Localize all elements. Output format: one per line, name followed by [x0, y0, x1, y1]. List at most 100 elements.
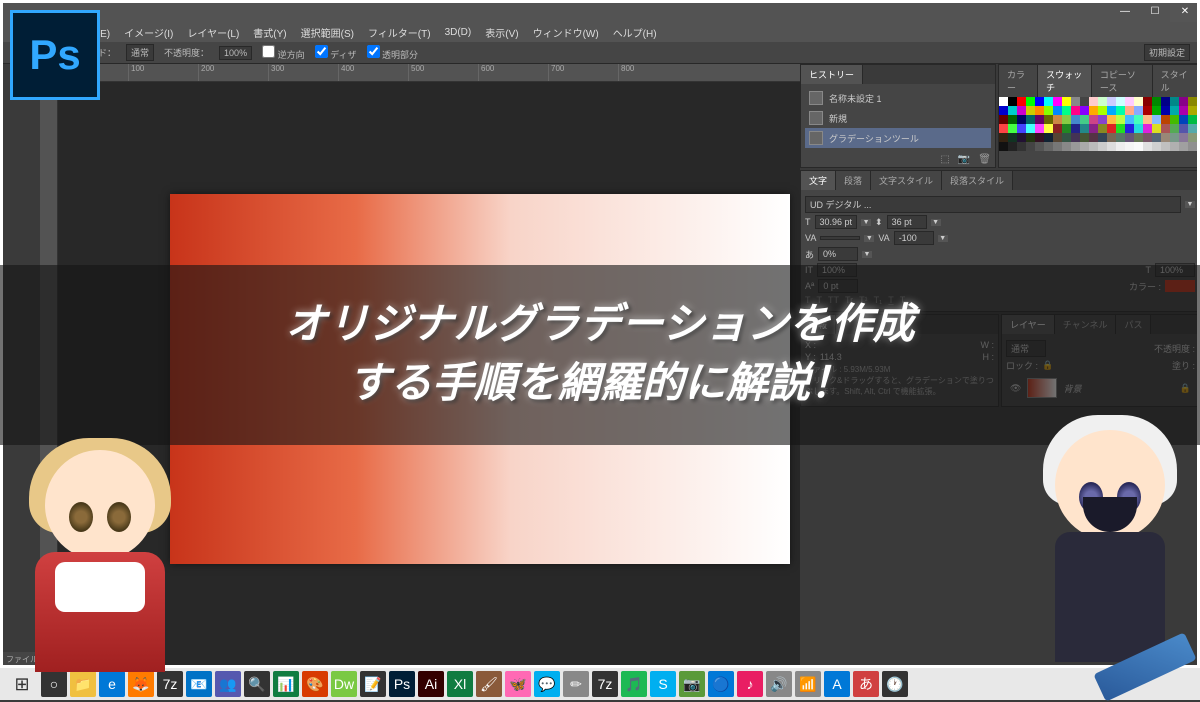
swatch[interactable] [1035, 106, 1044, 115]
swatch[interactable] [1152, 133, 1161, 142]
swatch[interactable] [1089, 142, 1098, 151]
swatch[interactable] [1053, 124, 1062, 133]
swatch[interactable] [1035, 115, 1044, 124]
swatch[interactable] [1143, 133, 1152, 142]
taskbar-icon[interactable]: 👥 [215, 671, 241, 697]
swatch[interactable] [1062, 142, 1071, 151]
swatch[interactable] [1008, 115, 1017, 124]
menu-item[interactable]: 選択範囲(S) [301, 25, 354, 40]
swatch[interactable] [999, 133, 1008, 142]
swatch-tab[interactable]: カラー [999, 65, 1038, 97]
menu-item[interactable]: 表示(V) [485, 25, 518, 40]
menu-item[interactable]: イメージ(I) [124, 25, 173, 40]
swatch[interactable] [1098, 124, 1107, 133]
history-tab[interactable]: ヒストリー [801, 65, 863, 84]
tracking-input[interactable]: -100 [894, 231, 934, 245]
swatch[interactable] [1107, 97, 1116, 106]
swatch[interactable] [1080, 97, 1089, 106]
swatch[interactable] [1188, 115, 1197, 124]
swatch[interactable] [1107, 142, 1116, 151]
swatch[interactable] [1125, 97, 1134, 106]
swatch[interactable] [1071, 97, 1080, 106]
swatch-tab[interactable]: スタイル [1153, 65, 1199, 97]
swatch[interactable] [999, 142, 1008, 151]
history-camera-icon[interactable]: 📷 [958, 154, 970, 165]
swatch[interactable] [1116, 142, 1125, 151]
swatch[interactable] [1044, 97, 1053, 106]
swatch[interactable] [1026, 97, 1035, 106]
swatch[interactable] [1152, 124, 1161, 133]
swatch[interactable] [1071, 133, 1080, 142]
swatch[interactable] [1188, 133, 1197, 142]
swatch[interactable] [1026, 106, 1035, 115]
swatch[interactable] [1161, 106, 1170, 115]
taskbar-icon[interactable]: ♪ [737, 671, 763, 697]
swatch[interactable] [1089, 133, 1098, 142]
swatch[interactable] [1179, 133, 1188, 142]
taskbar-icon[interactable]: S [650, 671, 676, 697]
swatch[interactable] [1062, 97, 1071, 106]
taskbar-icon[interactable]: 🔍 [244, 671, 270, 697]
swatch[interactable] [1017, 133, 1026, 142]
menu-item[interactable]: ヘルプ(H) [613, 25, 657, 40]
swatch[interactable] [999, 106, 1008, 115]
swatch[interactable] [1080, 142, 1089, 151]
swatch[interactable] [1053, 142, 1062, 151]
swatch[interactable] [1017, 142, 1026, 151]
swatch[interactable] [1179, 124, 1188, 133]
swatch[interactable] [1161, 124, 1170, 133]
swatch[interactable] [1035, 142, 1044, 151]
swatch[interactable] [1161, 142, 1170, 151]
taskbar-icon[interactable]: 🦋 [505, 671, 531, 697]
swatch[interactable] [1053, 115, 1062, 124]
swatch[interactable] [1035, 124, 1044, 133]
swatch[interactable] [1089, 124, 1098, 133]
menu-item[interactable]: レイヤー(L) [187, 25, 239, 40]
swatch[interactable] [1107, 124, 1116, 133]
swatch[interactable] [1008, 133, 1017, 142]
char-tab[interactable]: 段落 [836, 171, 871, 190]
swatch[interactable] [1089, 115, 1098, 124]
swatch[interactable] [1071, 124, 1080, 133]
taskbar-icon[interactable]: 📶 [795, 671, 821, 697]
menu-item[interactable]: ウィンドウ(W) [533, 25, 599, 40]
swatch[interactable] [1044, 133, 1053, 142]
swatch[interactable] [999, 97, 1008, 106]
swatch[interactable] [1125, 133, 1134, 142]
swatch[interactable] [1062, 115, 1071, 124]
history-snapshot-icon[interactable]: ⬚ [940, 154, 949, 165]
swatch[interactable] [1152, 115, 1161, 124]
swatch[interactable] [1134, 142, 1143, 151]
swatch[interactable] [1125, 142, 1134, 151]
swatch[interactable] [1152, 106, 1161, 115]
close-button[interactable]: ✕ [1170, 0, 1200, 22]
swatch[interactable] [1035, 133, 1044, 142]
maximize-button[interactable]: ☐ [1140, 0, 1170, 22]
swatch[interactable] [1161, 115, 1170, 124]
swatch[interactable] [1062, 133, 1071, 142]
swatch[interactable] [1089, 97, 1098, 106]
taskbar-icon[interactable]: 🕐 [882, 671, 908, 697]
swatch[interactable] [1188, 97, 1197, 106]
swatch[interactable] [1017, 106, 1026, 115]
minimize-button[interactable]: — [1110, 0, 1140, 22]
swatch[interactable] [1098, 142, 1107, 151]
reverse-check[interactable]: 逆方向 [262, 45, 305, 61]
swatch[interactable] [1035, 97, 1044, 106]
swatch[interactable] [1107, 106, 1116, 115]
scale-input[interactable]: 0% [818, 247, 858, 261]
swatch[interactable] [1098, 97, 1107, 106]
taskbar-icon[interactable]: 🎵 [621, 671, 647, 697]
swatch[interactable] [1152, 97, 1161, 106]
swatch[interactable] [1125, 106, 1134, 115]
swatch[interactable] [1071, 142, 1080, 151]
swatch[interactable] [1089, 106, 1098, 115]
menu-item[interactable]: 書式(Y) [253, 25, 286, 40]
taskbar-icon[interactable]: 🔊 [766, 671, 792, 697]
swatch[interactable] [1062, 124, 1071, 133]
kerning-input[interactable] [820, 236, 860, 240]
swatch[interactable] [1044, 124, 1053, 133]
taskbar-icon[interactable]: あ [853, 671, 879, 697]
swatch[interactable] [1143, 124, 1152, 133]
swatch[interactable] [1008, 97, 1017, 106]
